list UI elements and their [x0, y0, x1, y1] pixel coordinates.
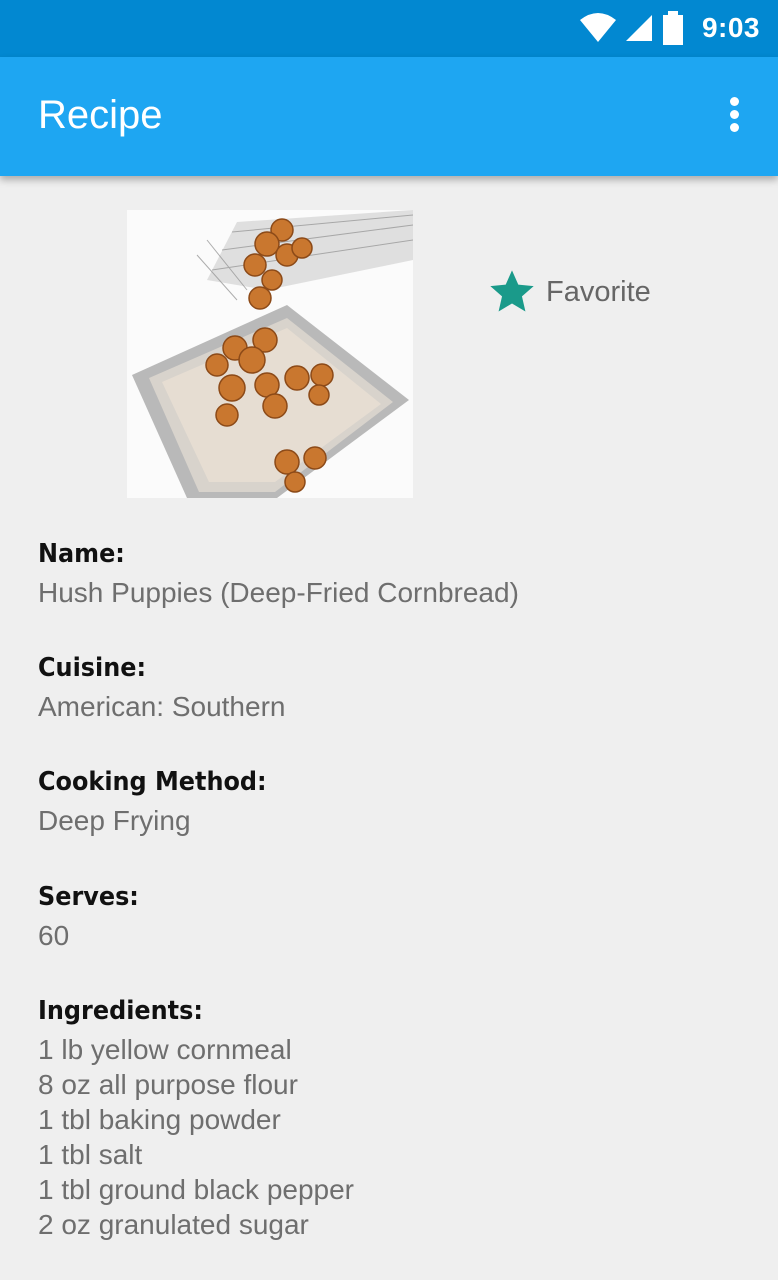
ingredient-item: 1 tbl baking powder	[38, 1104, 281, 1135]
method-value: Deep Frying	[38, 805, 191, 836]
ingredients-list: 1 lb yellow cornmeal 8 oz all purpose fl…	[38, 1032, 354, 1242]
wifi-icon	[579, 13, 616, 42]
name-value: Hush Puppies (Deep-Fried Cornbread)	[38, 577, 519, 608]
page-title: Recipe	[38, 93, 163, 137]
cuisine-label: Cuisine:	[38, 653, 147, 683]
serves-section: Serves: 60	[38, 882, 148, 953]
ingredient-item: 1 tbl salt	[38, 1139, 143, 1170]
cuisine-value: American: Southern	[38, 691, 286, 722]
recipe-image	[127, 210, 413, 498]
ingredient-item: 1 lb yellow cornmeal	[38, 1034, 292, 1065]
serves-label: Serves:	[38, 882, 139, 912]
status-icons: 9:03	[579, 11, 760, 45]
serves-value: 60	[38, 920, 70, 951]
favorite-toggle[interactable]: Favorite	[484, 266, 651, 318]
more-vert-icon[interactable]	[722, 97, 746, 137]
method-label: Cooking Method:	[38, 767, 267, 797]
method-section: Cooking Method: Deep Frying	[38, 767, 287, 838]
ingredient-item: 8 oz all purpose flour	[38, 1069, 298, 1100]
star-icon[interactable]	[484, 266, 540, 318]
name-section: Name: Hush Puppies (Deep-Fried Cornbread…	[38, 539, 519, 610]
app-bar: Recipe	[0, 57, 778, 176]
ingredient-item: 2 oz granulated sugar	[38, 1209, 309, 1240]
battery-icon	[662, 11, 683, 45]
signal-icon	[625, 15, 652, 41]
cuisine-section: Cuisine: American: Southern	[38, 653, 285, 724]
ingredients-label: Ingredients:	[38, 996, 203, 1026]
name-label: Name:	[38, 539, 125, 569]
status-bar: 9:03	[0, 0, 778, 57]
status-time: 9:03	[701, 12, 760, 43]
ingredient-item: 1 tbl ground black pepper	[38, 1174, 354, 1205]
favorite-label: Favorite	[546, 275, 651, 308]
ingredients-section: Ingredients: 1 lb yellow cornmeal 8 oz a…	[38, 996, 354, 1242]
